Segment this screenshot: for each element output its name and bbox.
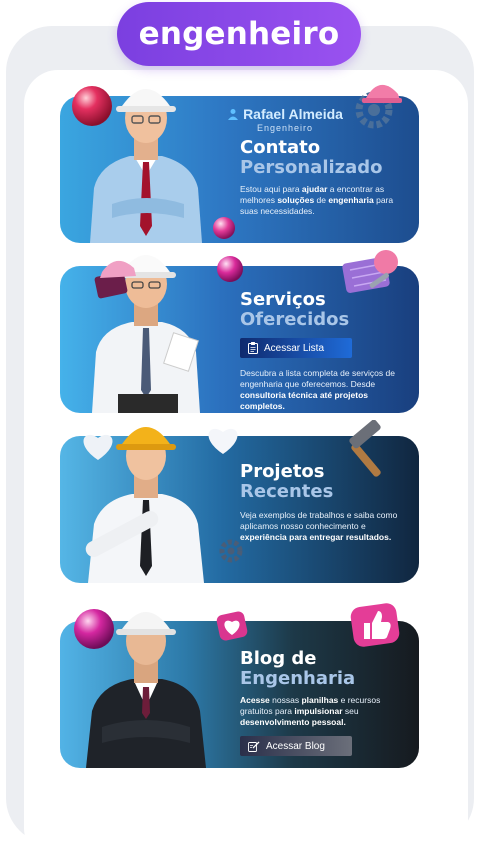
thumbs-up-icon: [350, 603, 400, 647]
card-description: Descubra a lista completa de serviços de…: [240, 368, 395, 411]
card-description: Acesse nossas planilhas e recursos gratu…: [240, 695, 381, 727]
card-text: Blog de Engenharia Acesse nossas planilh…: [240, 649, 412, 756]
card-blog[interactable]: Blog de Engenharia Acesse nossas planilh…: [60, 603, 419, 768]
sphere-decoration: [213, 217, 235, 239]
card-description: Estou aqui para ajudar a encontrar as me…: [240, 184, 394, 216]
brand-name: Rafael Almeida: [243, 106, 343, 122]
page-title: engenheiro: [117, 2, 361, 66]
gear-icon: [219, 539, 243, 563]
card-servicos[interactable]: Serviços Oferecidos Acessar Lista Descub…: [60, 250, 419, 413]
access-blog-button[interactable]: Acessar Blog: [240, 736, 352, 756]
access-blog-label: Acessar Blog: [266, 740, 325, 752]
card-title-line2: Oferecidos: [240, 309, 350, 330]
clipboard-icon: [248, 342, 258, 354]
card-title-line2: Engenharia: [240, 668, 356, 689]
card-text: Contato Personalizado Estou aqui para aj…: [240, 138, 412, 217]
card-contato[interactable]: Rafael Almeida Engenheiro Contato Person…: [60, 84, 419, 243]
sphere-decoration: [72, 86, 112, 126]
card-title-line2: Recentes: [240, 481, 334, 502]
person-icon: [228, 109, 239, 120]
card-projetos[interactable]: Projetos Recentes Veja exemplos de traba…: [60, 420, 419, 583]
brand-role: Engenheiro: [256, 123, 314, 133]
card-title-line2: Personalizado: [240, 157, 383, 178]
sphere-decoration: [217, 256, 243, 282]
access-list-label: Acessar Lista: [264, 342, 325, 354]
access-list-button[interactable]: Acessar Lista: [240, 338, 352, 358]
heart-icon: [83, 434, 113, 460]
card-text: Serviços Oferecidos Acessar Lista Descub…: [240, 290, 412, 412]
hammer-icon: [349, 420, 381, 477]
heart-icon: [208, 428, 238, 454]
blueprint-icon: [342, 250, 398, 293]
hard-hat-icon: [94, 260, 136, 299]
card-title-line1: Contato: [240, 137, 321, 158]
edit-icon: [248, 741, 260, 752]
heart-icon: [216, 611, 248, 641]
hard-hat-gear-icon: [355, 84, 402, 129]
sphere-decoration: [74, 609, 114, 649]
card-title-line1: Blog de: [240, 648, 317, 669]
card-description: Veja exemplos de trabalhos e saiba como …: [240, 510, 398, 542]
brand-block: Rafael Almeida Engenheiro: [225, 106, 345, 133]
